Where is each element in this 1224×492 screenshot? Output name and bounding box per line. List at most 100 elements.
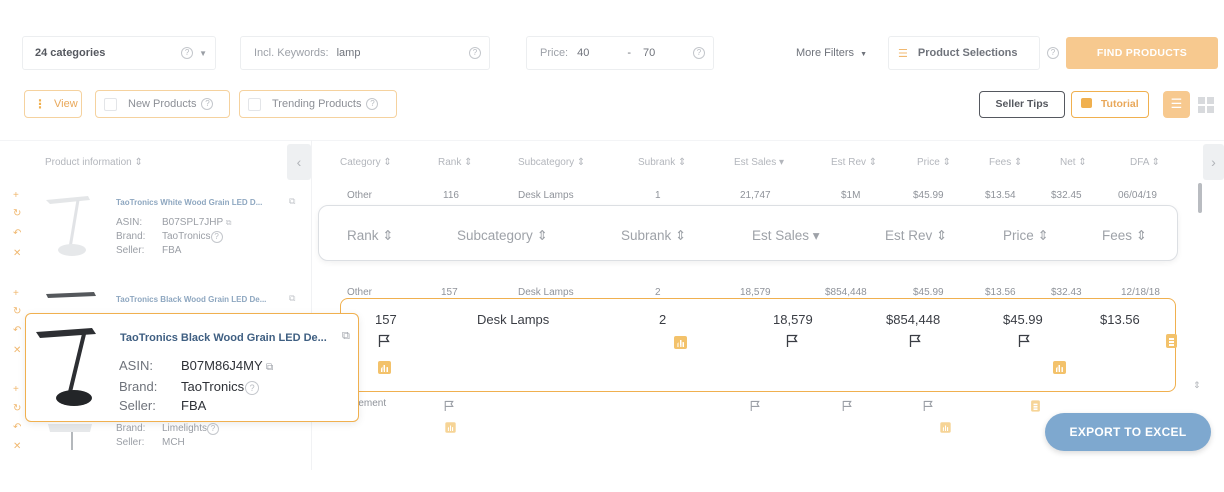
chart-icon[interactable] [378,361,391,374]
flag-icon[interactable] [444,400,454,412]
col-label: Category [340,157,381,168]
col-price[interactable]: Price ⇕ [917,157,951,168]
zoom-col-fees[interactable]: Fees ⇕ [1102,228,1147,244]
col-product-info[interactable]: Product information ⇕ [45,157,143,168]
col-rank[interactable]: Rank ⇕ [438,157,473,168]
col-label: Net [1060,157,1076,168]
export-to-excel-button[interactable]: EXPORT TO EXCEL [1045,413,1211,451]
flag-icon[interactable] [842,400,852,412]
remove-icon[interactable]: ✕ [13,441,21,452]
zoom-est-rev: $854,448 [886,312,941,327]
zoom-col-price[interactable]: Price ⇕ [1003,228,1049,244]
undo-icon[interactable]: ↶ [13,422,21,433]
copy-icon[interactable]: ⧉ [342,330,350,343]
trending-products-toggle[interactable]: Trending Products ? [239,90,397,118]
remove-icon[interactable]: ✕ [13,345,21,356]
document-icon[interactable] [1166,334,1178,348]
chart-icon[interactable] [940,422,952,433]
cell-category: Other [347,190,373,201]
col-fees[interactable]: Fees ⇕ [989,157,1022,168]
refresh-icon[interactable]: ↻ [13,403,21,414]
keywords-field[interactable]: Incl. Keywords: lamp ? [240,36,490,70]
col-subrank[interactable]: Subrank ⇕ [638,157,686,168]
asin-label: ASIN: [119,358,153,373]
flag-icon[interactable] [909,334,921,348]
refresh-icon[interactable]: ↻ [13,208,21,219]
zoom-col-rank[interactable]: Rank ⇕ [347,228,394,244]
undo-icon[interactable]: ↶ [13,325,21,336]
zoom-col-subcategory[interactable]: Subcategory ⇕ [457,228,548,244]
zoom-col-est-sales[interactable]: Est Sales ▾ [752,228,820,244]
chart-icon[interactable] [1052,361,1066,374]
flag-icon[interactable] [1018,334,1030,348]
zoom-col-subrank[interactable]: Subrank ⇕ [621,228,686,244]
document-icon[interactable] [1031,400,1040,412]
undo-icon[interactable]: ↶ [13,228,21,239]
asin-value: B07SPL7JHP [162,217,223,228]
keywords-input[interactable]: lamp [337,47,361,59]
scroll-left-button[interactable]: ‹ [287,144,311,180]
checkbox-icon[interactable] [248,97,261,111]
trending-products-label: Trending Products [272,98,362,110]
cell-price: $45.99 [913,190,944,201]
zoom-col-est-rev[interactable]: Est Rev ⇕ [885,228,947,244]
flag-icon[interactable] [378,334,390,348]
price-max-input[interactable]: 70 [643,47,655,59]
product-selections-button[interactable]: ☰ Product Selections [888,36,1040,70]
categories-select[interactable]: 24 categories ? ▼ [22,36,216,70]
col-category[interactable]: Category ⇕ [340,157,392,168]
col-est-sales[interactable]: Est Sales ▾ [734,157,784,168]
seller-tips-button[interactable]: Seller Tips [979,91,1065,118]
col-label: Rank [438,157,462,168]
flag-icon[interactable] [786,334,798,348]
remove-icon[interactable]: ✕ [13,248,21,259]
price-range-field[interactable]: Price: 40 - 70 ? [526,36,714,70]
zoom-price: $45.99 [1003,312,1043,327]
price-min-input[interactable]: 40 [577,47,589,59]
add-icon[interactable]: + [13,384,19,395]
new-products-toggle[interactable]: New Products ? [95,90,230,118]
col-subcategory[interactable]: Subcategory ⇕ [518,157,585,168]
resize-handle-icon[interactable]: ⇕ [1193,380,1201,391]
vertical-scrollbar[interactable] [1198,183,1202,213]
col-label: Price [1003,228,1034,243]
copy-icon[interactable]: ⧉ [266,362,273,373]
add-icon[interactable]: + [13,288,19,299]
col-dfa[interactable]: DFA ⇕ [1130,157,1160,168]
product-image [44,290,100,304]
product-title-link[interactable]: TaoTronics Black Wood Grain LED De... [116,295,266,304]
grid-icon [1198,97,1214,113]
more-filters-button[interactable]: More Filters ▼ [796,47,867,59]
scroll-right-button[interactable]: › [1203,144,1224,180]
copy-icon[interactable]: ⧉ [289,293,295,304]
seller-value: FBA [162,245,182,256]
help-icon: ? [469,47,481,59]
product-title-link[interactable]: TaoTronics Black Wood Grain LED De... [120,332,327,344]
chart-icon[interactable] [674,336,688,349]
col-net[interactable]: Net ⇕ [1060,157,1087,168]
checkbox-icon[interactable] [104,97,117,111]
new-products-label: New Products [128,98,197,110]
cell-net: $32.43 [1051,287,1082,298]
asin-label: ASIN: [116,217,143,228]
product-title-link[interactable]: TaoTronics White Wood Grain LED D... [116,198,262,207]
cell-fees: $13.56 [985,287,1016,298]
find-products-button[interactable]: FIND PRODUCTS [1066,37,1218,69]
kebab-icon: ⋮ [34,97,46,111]
tutorial-button[interactable]: Tutorial [1071,91,1149,118]
col-est-rev[interactable]: Est Rev ⇕ [831,157,877,168]
flag-icon[interactable] [923,400,933,412]
flag-icon[interactable] [750,400,760,412]
add-icon[interactable]: + [13,190,19,201]
product-meta: ASIN: B07M86J4MY ⧉ Brand: TaoTronics? Sell… [119,356,273,415]
list-view-button[interactable]: ☰ [1163,91,1190,118]
cell-rank: 116 [443,190,459,201]
view-button[interactable]: ⋮ View [24,90,82,118]
copy-icon[interactable]: ⧉ [289,196,295,207]
chart-icon[interactable] [445,422,456,433]
copy-icon[interactable]: ⧉ [226,218,232,227]
list-icon: ☰ [1170,96,1183,111]
cell-net: $32.45 [1051,190,1082,201]
refresh-icon[interactable]: ↻ [13,306,21,317]
grid-view-button[interactable] [1195,94,1217,116]
